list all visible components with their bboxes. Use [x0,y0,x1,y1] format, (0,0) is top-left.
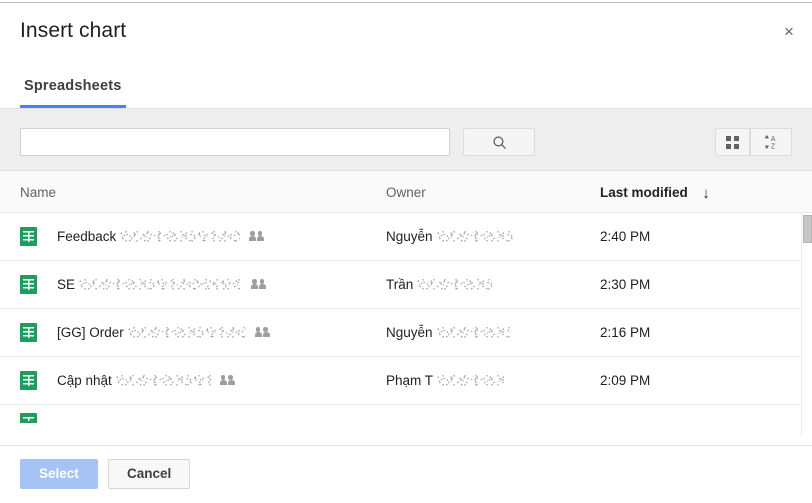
file-owner: Phạm T [386,373,434,388]
sort-button[interactable]: A Z [750,128,792,156]
redacted-file-owner [436,230,515,243]
grid-view-icon [726,135,739,149]
tab-bar: Spreadsheets [0,65,812,109]
google-sheets-icon [20,227,37,246]
table-row[interactable]: Feedback Nguyễn 2:40 PM [0,213,812,261]
redacted-file-name [120,230,241,243]
dialog-footer: Select Cancel [0,445,812,503]
file-owner-cell: Nguyễn [386,213,515,260]
file-last-modified: 2:16 PM [600,325,651,340]
file-owner-cell: Nguyễn [386,309,511,356]
insert-chart-dialog: Insert chart × Spreadsheets A Z Name Own… [0,3,812,503]
column-header-owner-label: Owner [386,185,426,200]
redacted-file-name [127,326,246,339]
tab-spreadsheets-label: Spreadsheets [24,78,122,94]
file-last-modified: 2:09 PM [600,373,651,388]
file-name-cell: Cập nhật [20,357,236,404]
file-last-modified: 2:30 PM [600,277,651,292]
tab-spreadsheets[interactable]: Spreadsheets [20,65,126,108]
file-modified-cell: 2:16 PM [600,309,650,356]
cancel-button[interactable]: Cancel [108,459,191,489]
google-sheets-icon [20,275,37,294]
file-modified-cell: 2:09 PM [600,357,650,404]
file-modified-cell: 2:30 PM [600,261,650,308]
file-last-modified: 2:40 PM [600,229,651,244]
dialog-header: Insert chart × [0,3,812,65]
sort-az-icon: A Z [764,134,776,150]
column-header-owner[interactable]: Owner [386,184,426,202]
shared-people-icon [251,279,267,290]
file-name: SE [57,277,76,292]
column-header-name-label: Name [20,185,57,200]
svg-text:Z: Z [771,142,776,150]
file-name-cell: Feedback [20,213,265,260]
shared-people-icon [254,327,271,338]
file-modified-cell: 2:40 PM [600,213,650,260]
file-name: Feedback [57,229,117,244]
select-button[interactable]: Select [20,459,98,489]
file-name-cell: [GG] Order [20,309,271,356]
list-scrollbar-thumb[interactable] [803,215,812,243]
search-input[interactable] [20,128,450,156]
redacted-file-name [115,374,211,387]
file-name: Cập nhật [57,373,112,388]
file-owner: Trần [386,277,414,292]
redacted-file-owner [436,326,511,339]
redacted-file-name [79,278,243,291]
redacted-file-owner [417,278,493,291]
dialog-title: Insert chart [20,19,127,42]
redacted-file-owner [437,374,506,387]
file-owner: Nguyễn [386,325,433,340]
sort-descending-arrow-icon: ↓ [702,185,710,202]
file-name-cell: SE [20,261,267,308]
file-owner-cell: Phạm T [386,357,506,404]
column-header-last-modified-label: Last modified [600,185,688,200]
column-header-name[interactable]: Name [20,184,56,202]
list-scrollbar[interactable] [801,213,812,437]
grid-view-button[interactable] [715,128,750,156]
search-icon [492,135,506,149]
close-icon[interactable]: × [776,18,802,44]
shared-people-icon [249,231,265,242]
file-owner: Nguyễn [386,229,433,244]
table-row[interactable]: Cập nhật Phạm T 2:09 PM [0,357,812,405]
table-row[interactable] [0,405,812,423]
file-name-cell [20,405,57,423]
file-list: Feedback Nguyễn 2:40 PM SE Trần 2:30 PM … [0,213,812,437]
search-button[interactable] [463,128,535,156]
column-header-last-modified[interactable]: Last modified ↓ [600,184,710,202]
table-row[interactable]: SE Trần 2:30 PM [0,261,812,309]
file-name: [GG] Order [57,325,124,340]
list-column-headers: Name Owner Last modified ↓ [0,171,812,213]
google-sheets-icon [20,371,37,390]
tab-active-underline [20,105,126,108]
google-sheets-icon [20,323,37,342]
table-row[interactable]: [GG] Order Nguyễn 2:16 PM [0,309,812,357]
shared-people-icon [219,375,236,386]
google-sheets-icon [20,413,37,423]
file-owner-cell: Trần [386,261,493,308]
